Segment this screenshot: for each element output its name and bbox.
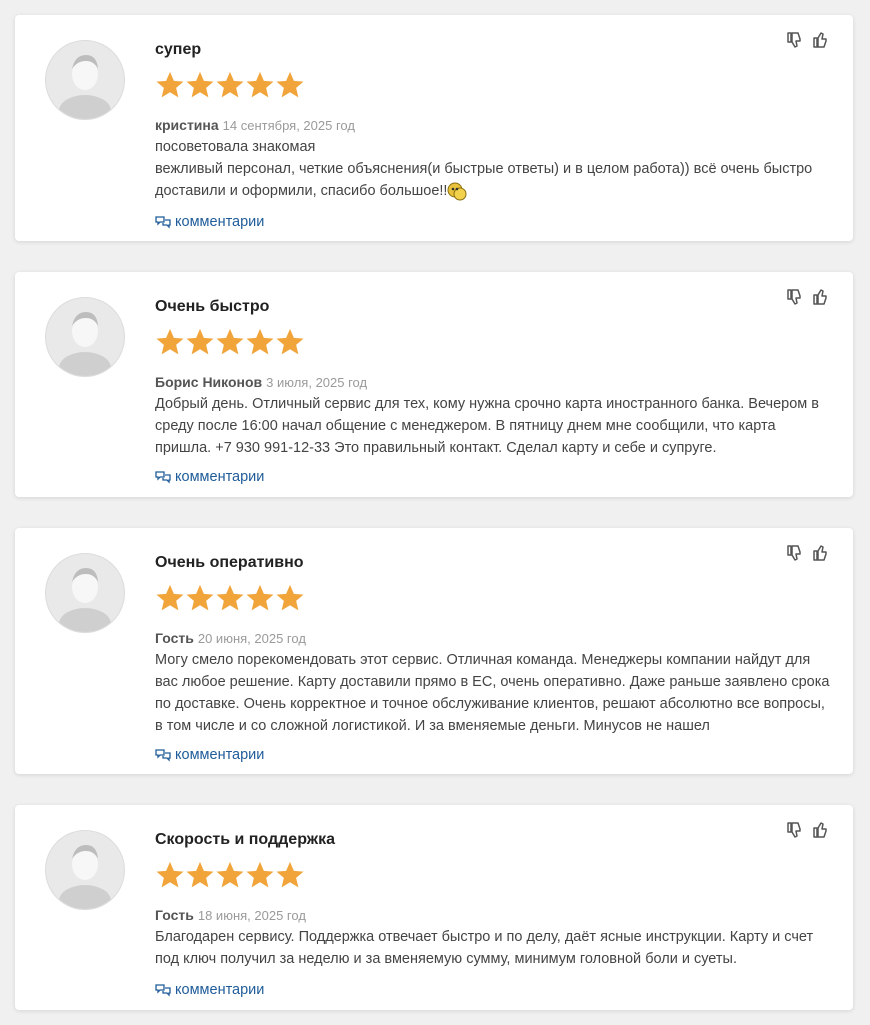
speech-bubbles-icon	[155, 471, 171, 484]
star-icon	[215, 583, 245, 613]
review-author: кристина	[155, 117, 219, 133]
speech-bubbles-icon	[155, 749, 171, 762]
review-card: Очень быстро Борис Никонов 3 июля, 2025 г…	[15, 272, 853, 497]
star-icon	[245, 583, 275, 613]
comments-label[interactable]: комментарии	[175, 469, 264, 485]
star-icon	[155, 860, 185, 890]
rating-stars	[155, 583, 305, 615]
star-icon	[185, 860, 215, 890]
star-icon	[215, 70, 245, 100]
review-title: Очень оперативно	[155, 554, 304, 571]
star-icon	[185, 70, 215, 100]
review-card: Очень оперативно Гость 20 июня, 2025 год …	[15, 528, 853, 774]
user-silhouette-icon	[59, 845, 111, 909]
review-author: Гость	[155, 630, 194, 646]
rating-stars	[155, 860, 305, 892]
comments-link[interactable]: комментарии	[155, 469, 264, 485]
rating-stars	[155, 327, 305, 359]
user-silhouette-icon	[59, 55, 111, 119]
review-text: Могу смело порекомендовать этот сервис. …	[155, 649, 833, 737]
user-silhouette-icon	[59, 312, 111, 376]
review-text: Благодарен сервису. Поддержка отвечает б…	[155, 926, 833, 970]
avatar	[45, 297, 125, 377]
avatar	[45, 40, 125, 120]
comments-link[interactable]: комментарии	[155, 214, 264, 230]
star-icon	[245, 860, 275, 890]
review-date: 18 июня, 2025 год	[197, 908, 306, 923]
star-icon	[245, 70, 275, 100]
review-title: супер	[155, 41, 202, 58]
speech-bubbles-icon	[155, 216, 171, 229]
user-silhouette-icon	[59, 568, 111, 632]
star-icon	[185, 583, 215, 613]
speech-bubbles-icon	[155, 984, 171, 997]
review-text-line: Благодарен сервису. Поддержка отвечает б…	[155, 929, 814, 967]
review-date: 3 июля, 2025 год	[266, 375, 368, 390]
comments-label[interactable]: комментарии	[175, 747, 264, 763]
comments-link[interactable]: комментарии	[155, 747, 264, 763]
star-icon	[215, 327, 245, 357]
review-meta: кристина 14 сентября, 2025 год	[155, 116, 355, 135]
review-title: Скорость и поддержка	[155, 831, 336, 848]
review-text-line: посоветовала знакомая	[155, 139, 316, 155]
star-icon	[275, 327, 305, 357]
review-author: Гость	[155, 907, 194, 923]
review-text: посоветовала знакомая вежливый персонал,…	[155, 136, 833, 202]
star-icon	[155, 70, 185, 100]
review-date: 20 июня, 2025 год	[197, 631, 306, 646]
comments-label[interactable]: комментарии	[175, 214, 264, 230]
review-date: 14 сентября, 2025 год	[222, 118, 355, 133]
review-card: супер кристина 14 сентября, 2025 год посо…	[15, 15, 853, 241]
review-author: Борис Никонов	[155, 374, 263, 390]
review-text: Добрый день. Отличный сервис для тех, ко…	[155, 393, 833, 459]
review-text-line: Могу смело порекомендовать этот сервис. …	[155, 652, 830, 734]
comments-link[interactable]: комментарии	[155, 982, 264, 998]
star-icon	[275, 70, 305, 100]
star-icon	[275, 583, 305, 613]
star-icon	[155, 327, 185, 357]
review-meta: Гость 18 июня, 2025 год	[155, 906, 306, 925]
comments-label[interactable]: комментарии	[175, 982, 264, 998]
review-meta: Борис Никонов 3 июля, 2025 год	[155, 373, 367, 392]
star-icon	[185, 327, 215, 357]
star-icon	[155, 583, 185, 613]
money-emoji-icon	[447, 181, 467, 201]
star-icon	[245, 327, 275, 357]
avatar	[45, 553, 125, 633]
rating-stars	[155, 70, 305, 102]
review-text-line: вежливый персонал, четкие объяснения(и б…	[155, 158, 833, 202]
review-card: Скорость и поддержка Гость 18 июня, 2025 …	[15, 805, 853, 1010]
review-meta: Гость 20 июня, 2025 год	[155, 629, 306, 648]
star-icon	[215, 860, 245, 890]
review-title: Очень быстро	[155, 298, 270, 315]
avatar	[45, 830, 125, 910]
star-icon	[275, 860, 305, 890]
review-text-line: Добрый день. Отличный сервис для тех, ко…	[155, 396, 819, 456]
